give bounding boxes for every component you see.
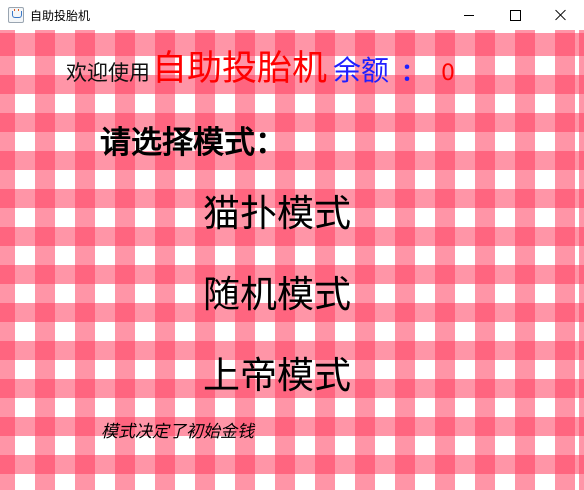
mode-button-random[interactable]: 随机模式 <box>203 276 351 313</box>
window-controls <box>446 0 584 30</box>
mode-button-god[interactable]: 上帝模式 <box>203 357 351 394</box>
mode-note: 模式决定了初始金钱 <box>101 422 254 442</box>
mode-button-maopu[interactable]: 猫扑模式 <box>203 195 351 232</box>
java-cup-icon <box>8 7 24 23</box>
mode-prompt-heading: 请选择模式： <box>100 125 286 161</box>
balance-colon: ： <box>401 58 426 86</box>
minimize-icon <box>464 14 474 16</box>
minimize-button[interactable] <box>446 0 492 30</box>
welcome-text: 欢迎使用 <box>66 61 150 85</box>
close-icon <box>555 9 567 21</box>
app-name-label: 自助投胎机 <box>152 49 328 89</box>
app-window: 自助投胎机 欢迎使用 自助投胎机 余额 ： 0 请选择模式： 猫扑模式 随机模式… <box>0 0 584 490</box>
close-button[interactable] <box>538 0 584 30</box>
title-bar: 自助投胎机 <box>0 0 584 30</box>
maximize-icon <box>509 9 521 21</box>
welcome-row: 欢迎使用 自助投胎机 余额 ： 0 <box>66 40 455 90</box>
balance-label: 余额 <box>333 54 390 87</box>
gingham-background-overlay <box>0 30 584 490</box>
maximize-button[interactable] <box>492 0 538 30</box>
window-title: 自助投胎机 <box>30 8 91 23</box>
balance-value: 0 <box>441 61 456 86</box>
main-panel: 欢迎使用 自助投胎机 余额 ： 0 请选择模式： 猫扑模式 随机模式 上帝模式 … <box>0 30 584 490</box>
